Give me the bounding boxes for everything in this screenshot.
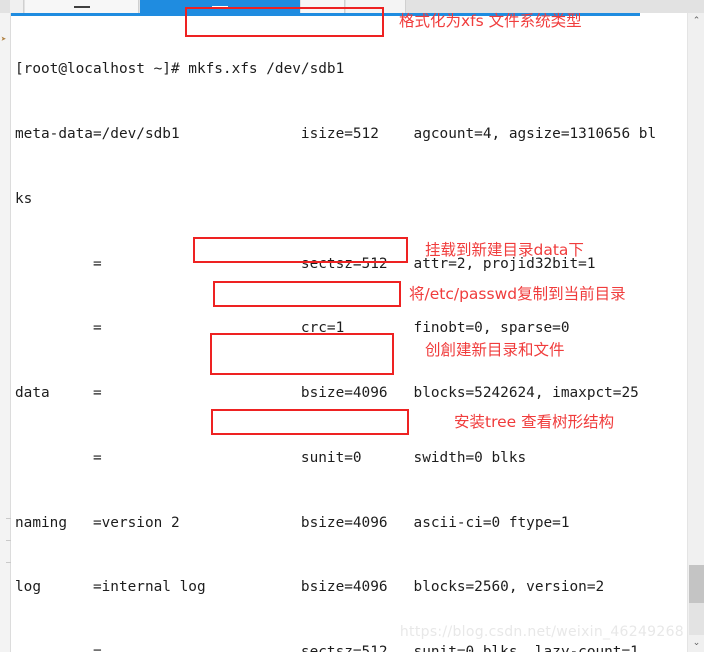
gutter-tick bbox=[6, 540, 11, 541]
tab-left-sliver[interactable] bbox=[10, 0, 24, 13]
terminal-line: naming =version 2 bsize=4096 ascii-ci=0 … bbox=[15, 514, 570, 531]
minimize-dash-icon bbox=[73, 6, 90, 8]
scrollbar-track[interactable] bbox=[689, 603, 704, 635]
terminal-line: log =internal log bsize=4096 blocks=2560… bbox=[15, 579, 605, 596]
note-install-tree: 安装tree 查看树形结构 bbox=[454, 413, 615, 431]
note-copy-passwd: 将/etc/passwd复制到当前目录 bbox=[409, 285, 626, 303]
pointer-icon: ➤ bbox=[1, 35, 7, 45]
left-gutter: ➤ bbox=[0, 13, 11, 652]
tab-fifth[interactable] bbox=[346, 0, 406, 13]
gutter-tick bbox=[6, 518, 11, 519]
window-tab-strip bbox=[0, 0, 704, 13]
scroll-down-arrow-icon[interactable]: ⌄ bbox=[688, 635, 704, 652]
tab-second[interactable] bbox=[25, 0, 139, 13]
minimize-dash-icon bbox=[212, 6, 228, 8]
terminal-line: data = bsize=4096 blocks=5242624, imaxpc… bbox=[15, 385, 639, 402]
tab-active-terminal[interactable] bbox=[140, 0, 300, 13]
terminal-line: = sunit=0 swidth=0 blks bbox=[15, 449, 527, 466]
tab-fourth[interactable] bbox=[301, 0, 345, 13]
terminal-line: [root@localhost ~]# mkfs.xfs /dev/sdb1 bbox=[15, 61, 345, 78]
scroll-up-arrow-icon[interactable]: ⌃ bbox=[688, 13, 704, 30]
terminal-line: meta-data=/dev/sdb1 isize=512 agcount=4,… bbox=[15, 125, 657, 142]
terminal-output[interactable]: [root@localhost ~]# mkfs.xfs /dev/sdb1 m… bbox=[12, 16, 676, 652]
screenshot-root: ➤ [root@localhost ~]# mkfs.xfs /dev/sdb1… bbox=[0, 0, 704, 652]
note-create-dir-file: 创創建新目录和文件 bbox=[425, 341, 565, 359]
vertical-scrollbar[interactable]: ⌃ ⌄ bbox=[687, 13, 704, 652]
scrollbar-thumb[interactable] bbox=[689, 565, 704, 603]
note-mount-data: 挂载到新建目录data下 bbox=[425, 241, 584, 259]
watermark-text: https://blog.csdn.net/weixin_46249268 bbox=[399, 624, 684, 640]
terminal-line: = sectsz=512 sunit=0 blks, lazy-count=1 bbox=[15, 642, 676, 652]
gutter-tick bbox=[6, 562, 11, 563]
terminal-line: ks bbox=[15, 190, 33, 207]
terminal-line: = crc=1 finobt=0, sparse=0 bbox=[15, 320, 570, 337]
note-format-xfs: 格式化为xfs 文件系统类型 bbox=[399, 12, 582, 30]
